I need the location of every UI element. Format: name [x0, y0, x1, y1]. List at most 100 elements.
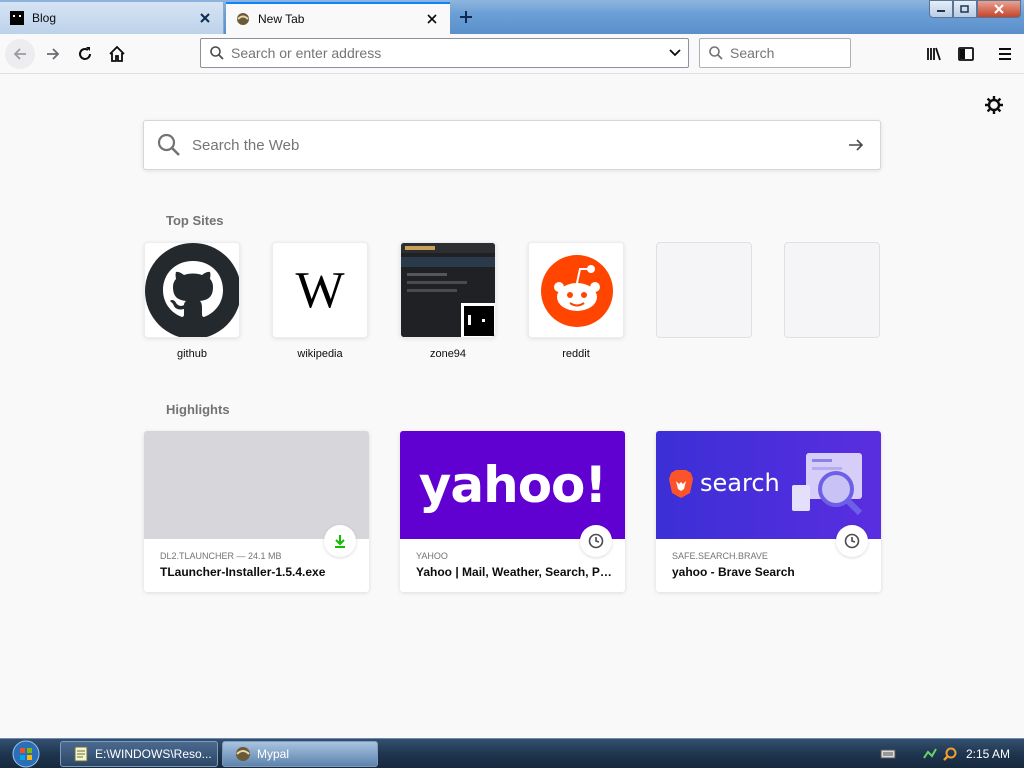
library-icon	[927, 47, 941, 61]
empty-site-tile[interactable]	[784, 242, 880, 338]
github-logo-icon	[145, 243, 239, 337]
zone94-screenshot-icon	[401, 243, 495, 337]
home-button[interactable]	[102, 39, 132, 69]
history-badge	[836, 525, 868, 557]
gear-icon[interactable]	[984, 95, 1004, 115]
mypal-icon	[236, 747, 250, 761]
network-icon[interactable]	[922, 746, 938, 762]
empty-site-tile[interactable]	[656, 242, 752, 338]
top-sites-heading: Top Sites	[166, 213, 224, 228]
search-submit-button[interactable]	[832, 121, 880, 169]
forward-button[interactable]	[38, 39, 68, 69]
site-tile[interactable]	[144, 242, 240, 338]
close-window-button[interactable]	[977, 0, 1021, 18]
taskbar-item-label: E:\WINDOWS\Reso...	[95, 747, 212, 761]
yahoo-logo-text: yahoo!	[418, 456, 607, 514]
tab-blog[interactable]: Blog	[0, 2, 224, 34]
notepad-icon	[74, 746, 88, 762]
start-button[interactable]	[8, 740, 44, 768]
taskbar-clock[interactable]: 2:15 AM	[966, 747, 1010, 761]
web-search-input[interactable]	[192, 136, 832, 154]
url-dropdown-button[interactable]	[662, 39, 688, 67]
taskbar-item-explorer[interactable]: E:\WINDOWS\Reso...	[60, 741, 218, 767]
mypal-favicon-icon	[237, 13, 249, 25]
back-arrow-icon	[13, 48, 26, 60]
windows-taskbar: E:\WINDOWS\Reso... Mypal 2:15 AM	[0, 738, 1024, 768]
tab-strip: Blog New Tab	[0, 0, 1024, 34]
arrow-right-icon	[849, 139, 864, 151]
brave-search-logo-text: search	[700, 469, 780, 497]
sidebar-icon	[958, 47, 974, 61]
reload-icon	[79, 47, 91, 60]
menu-button[interactable]	[990, 39, 1020, 69]
card-title: Yahoo | Mail, Weather, Search, Politics,…	[416, 565, 616, 579]
top-site-empty[interactable]	[784, 242, 880, 348]
hamburger-menu-icon	[999, 48, 1011, 60]
site-label: zone94	[429, 348, 467, 360]
url-input[interactable]	[231, 45, 662, 61]
restore-button[interactable]	[953, 0, 977, 18]
card-source: DL2.TLAUNCHER — 24.1 MB	[160, 551, 282, 561]
highlight-card-brave[interactable]: search SAFE.SEARCH.BRAVE yahoo - Brave S…	[656, 431, 881, 592]
close-icon	[994, 4, 1004, 14]
wikipedia-logo-icon: W	[295, 261, 345, 319]
search-tray-icon[interactable]	[942, 746, 958, 762]
download-icon	[335, 535, 345, 548]
search-icon	[157, 133, 180, 156]
windows-start-orb-icon	[12, 740, 40, 768]
site-tile[interactable]: W	[272, 242, 368, 338]
site-label: reddit	[562, 348, 590, 360]
card-title: TLauncher-Installer-1.5.4.exe	[160, 565, 326, 579]
highlights-heading: Highlights	[166, 402, 230, 417]
card-source: YAHOO	[416, 551, 448, 561]
back-button[interactable]	[5, 39, 35, 69]
card-thumbnail: search	[656, 431, 881, 539]
top-site-github[interactable]: github	[144, 242, 240, 360]
site-tile[interactable]	[400, 242, 496, 338]
search-input[interactable]	[730, 45, 840, 61]
home-icon	[109, 45, 125, 62]
card-thumbnail: yahoo!	[400, 431, 625, 539]
sidebar-button[interactable]	[951, 39, 981, 69]
tab-title: Blog	[32, 11, 57, 25]
download-badge	[324, 525, 356, 557]
site-label: github	[177, 348, 207, 360]
minimize-icon	[937, 10, 945, 12]
top-site-wikipedia[interactable]: W wikipedia	[272, 242, 368, 360]
tab-title: New Tab	[258, 12, 305, 26]
site-tile[interactable]	[528, 242, 624, 338]
plus-icon	[460, 11, 472, 23]
search-icon	[210, 46, 224, 60]
highlight-card-yahoo[interactable]: yahoo! YAHOO Yahoo | Mail, Weather, Sear…	[400, 431, 625, 592]
library-button[interactable]	[919, 39, 949, 69]
minimize-button[interactable]	[929, 0, 953, 18]
site-label: wikipedia	[297, 348, 343, 360]
url-bar[interactable]	[200, 38, 689, 68]
close-tab-icon[interactable]	[197, 10, 213, 26]
taskbar-item-label: Mypal	[257, 747, 290, 761]
search-bar[interactable]	[699, 38, 851, 68]
history-badge	[580, 525, 612, 557]
close-tab-icon[interactable]	[424, 11, 440, 27]
blog-favicon-icon	[10, 11, 24, 25]
keyboard-icon[interactable]	[880, 748, 896, 760]
card-source: SAFE.SEARCH.BRAVE	[672, 551, 768, 561]
clock-icon	[588, 533, 604, 549]
nav-toolbar	[0, 34, 1024, 74]
tab-new-tab[interactable]: New Tab	[226, 2, 450, 34]
reddit-logo-icon	[529, 243, 623, 337]
search-illustration-icon	[792, 453, 863, 516]
chevron-down-icon	[669, 49, 681, 57]
top-site-zone94[interactable]: zone94	[400, 242, 496, 360]
taskbar-item-mypal[interactable]: Mypal	[222, 741, 378, 767]
search-icon	[709, 46, 723, 60]
clock-icon	[844, 533, 860, 549]
brave-lion-icon	[669, 470, 693, 498]
card-thumbnail	[144, 431, 369, 539]
reload-button[interactable]	[70, 39, 100, 69]
top-site-reddit[interactable]: reddit	[528, 242, 624, 360]
web-search-box[interactable]	[143, 120, 881, 170]
new-tab-button[interactable]	[454, 5, 478, 29]
top-site-empty[interactable]	[656, 242, 752, 348]
highlight-card-tlauncher[interactable]: DL2.TLAUNCHER — 24.1 MB TLauncher-Instal…	[144, 431, 369, 592]
